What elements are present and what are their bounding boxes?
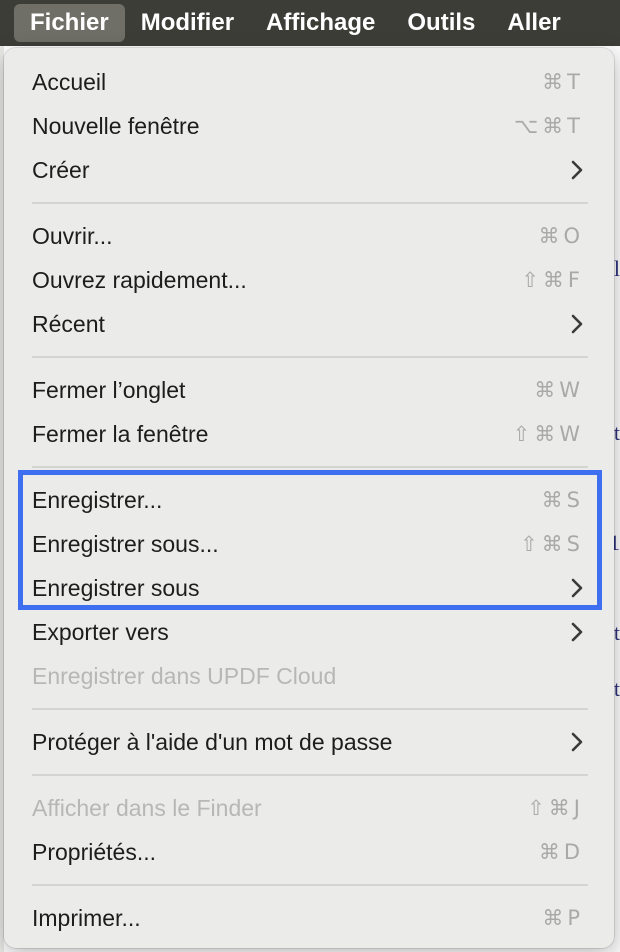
menubar-item-aller[interactable]: Aller bbox=[491, 4, 576, 42]
menu-item-proteger-a-l-aide-d-un-mot-de-passe[interactable]: Protéger à l'aide d'un mot de passe bbox=[4, 722, 614, 762]
menu-item-proprietes[interactable]: Propriétés... ⌘D bbox=[4, 832, 614, 872]
menu-item-label: Accueil bbox=[32, 68, 107, 95]
menu-item-label: Enregistrer... bbox=[32, 486, 163, 513]
chevron-right-icon bbox=[562, 621, 584, 643]
menu-item-shortcut: ⌘O bbox=[538, 224, 584, 248]
menu-item-ouvrir[interactable]: Ouvrir... ⌘O bbox=[4, 216, 614, 256]
chevron-right-icon bbox=[562, 313, 584, 335]
menu-item-nouvelle-fenetre[interactable]: Nouvelle fenêtre ⌥⌘T bbox=[4, 106, 614, 146]
menu-item-label: Créer bbox=[32, 156, 90, 183]
menu-separator bbox=[32, 356, 588, 358]
menu-bar: Fichier Modifier Affichage Outils Aller bbox=[0, 0, 620, 46]
menu-item-label: Enregistrer sous... bbox=[32, 530, 219, 557]
menu-item-shortcut: ⇧⌘W bbox=[512, 422, 584, 446]
menu-item-shortcut: ⇧⌘J bbox=[527, 796, 584, 820]
menu-item-label: Imprimer... bbox=[32, 904, 141, 931]
menu-item-shortcut: ⌘P bbox=[542, 906, 584, 930]
menu-item-afficher-dans-le-finder: Afficher dans le Finder ⇧⌘J bbox=[4, 788, 614, 828]
menu-item-label: Protéger à l'aide d'un mot de passe bbox=[32, 728, 393, 755]
menubar-item-outils[interactable]: Outils bbox=[391, 4, 491, 42]
menu-separator bbox=[32, 708, 588, 710]
menu-item-exporter-vers[interactable]: Exporter vers bbox=[4, 612, 614, 652]
menu-item-imprimer[interactable]: Imprimer... ⌘P bbox=[4, 898, 614, 938]
menu-item-label: Fermer la fenêtre bbox=[32, 420, 209, 447]
menu-item-enregistrer-dans-updf-cloud: Enregistrer dans UPDF Cloud bbox=[4, 656, 614, 696]
menu-item-fermer-la-fenetre[interactable]: Fermer la fenêtre ⇧⌘W bbox=[4, 414, 614, 454]
menu-item-label: Ouvrir... bbox=[32, 222, 113, 249]
menu-item-label: Exporter vers bbox=[32, 618, 169, 645]
menu-separator bbox=[32, 774, 588, 776]
chevron-right-icon bbox=[562, 159, 584, 181]
background-text-fragment: t bbox=[613, 420, 620, 445]
menu-item-label: Ouvrez rapidement... bbox=[32, 266, 247, 293]
background-text-fragment: t bbox=[613, 676, 620, 701]
menu-item-creer[interactable]: Créer bbox=[4, 150, 614, 190]
menubar-item-fichier[interactable]: Fichier bbox=[14, 4, 125, 42]
menu-item-shortcut: ⇧⌘S bbox=[520, 532, 584, 556]
menu-item-label: Enregistrer dans UPDF Cloud bbox=[32, 662, 337, 689]
chevron-right-icon bbox=[562, 731, 584, 753]
menu-item-recent[interactable]: Récent bbox=[4, 304, 614, 344]
background-text-fragment: t bbox=[613, 620, 620, 645]
menubar-item-affichage[interactable]: Affichage bbox=[250, 4, 391, 42]
menu-item-accueil[interactable]: Accueil ⌘T bbox=[4, 62, 614, 102]
menu-item-label: Nouvelle fenêtre bbox=[32, 112, 200, 139]
menu-separator bbox=[32, 202, 588, 204]
menu-item-shortcut: ⌘D bbox=[538, 840, 584, 864]
menu-item-enregistrer-sous[interactable]: Enregistrer sous bbox=[4, 568, 614, 608]
menu-item-enregistrer[interactable]: Enregistrer... ⌘S bbox=[4, 480, 614, 520]
menu-item-shortcut: ⌥⌘T bbox=[513, 114, 584, 138]
menu-item-enregistrer-sous[interactable]: Enregistrer sous... ⇧⌘S bbox=[4, 524, 614, 564]
file-dropdown-menu: Accueil ⌘T Nouvelle fenêtre ⌥⌘T Créer Ouvrir.… bbox=[4, 48, 614, 948]
menubar-item-modifier[interactable]: Modifier bbox=[125, 4, 250, 42]
menu-separator bbox=[32, 466, 588, 468]
background-text-fragment: l bbox=[613, 256, 620, 281]
menu-item-label: Récent bbox=[32, 310, 105, 337]
menu-item-shortcut: ⌘W bbox=[534, 378, 584, 402]
menu-item-fermer-l-onglet[interactable]: Fermer l’onglet ⌘W bbox=[4, 370, 614, 410]
menu-item-label: Enregistrer sous bbox=[32, 574, 200, 601]
menu-item-label: Propriétés... bbox=[32, 838, 156, 865]
menu-item-shortcut: ⌘S bbox=[541, 488, 584, 512]
chevron-right-icon bbox=[562, 577, 584, 599]
menu-item-label: Afficher dans le Finder bbox=[32, 794, 262, 821]
menu-item-ouvrez-rapidement[interactable]: Ouvrez rapidement... ⇧⌘F bbox=[4, 260, 614, 300]
menu-separator bbox=[32, 884, 588, 886]
menu-item-shortcut: ⇧⌘F bbox=[521, 268, 584, 292]
menu-item-label: Fermer l’onglet bbox=[32, 376, 186, 403]
menu-item-shortcut: ⌘T bbox=[542, 70, 584, 94]
